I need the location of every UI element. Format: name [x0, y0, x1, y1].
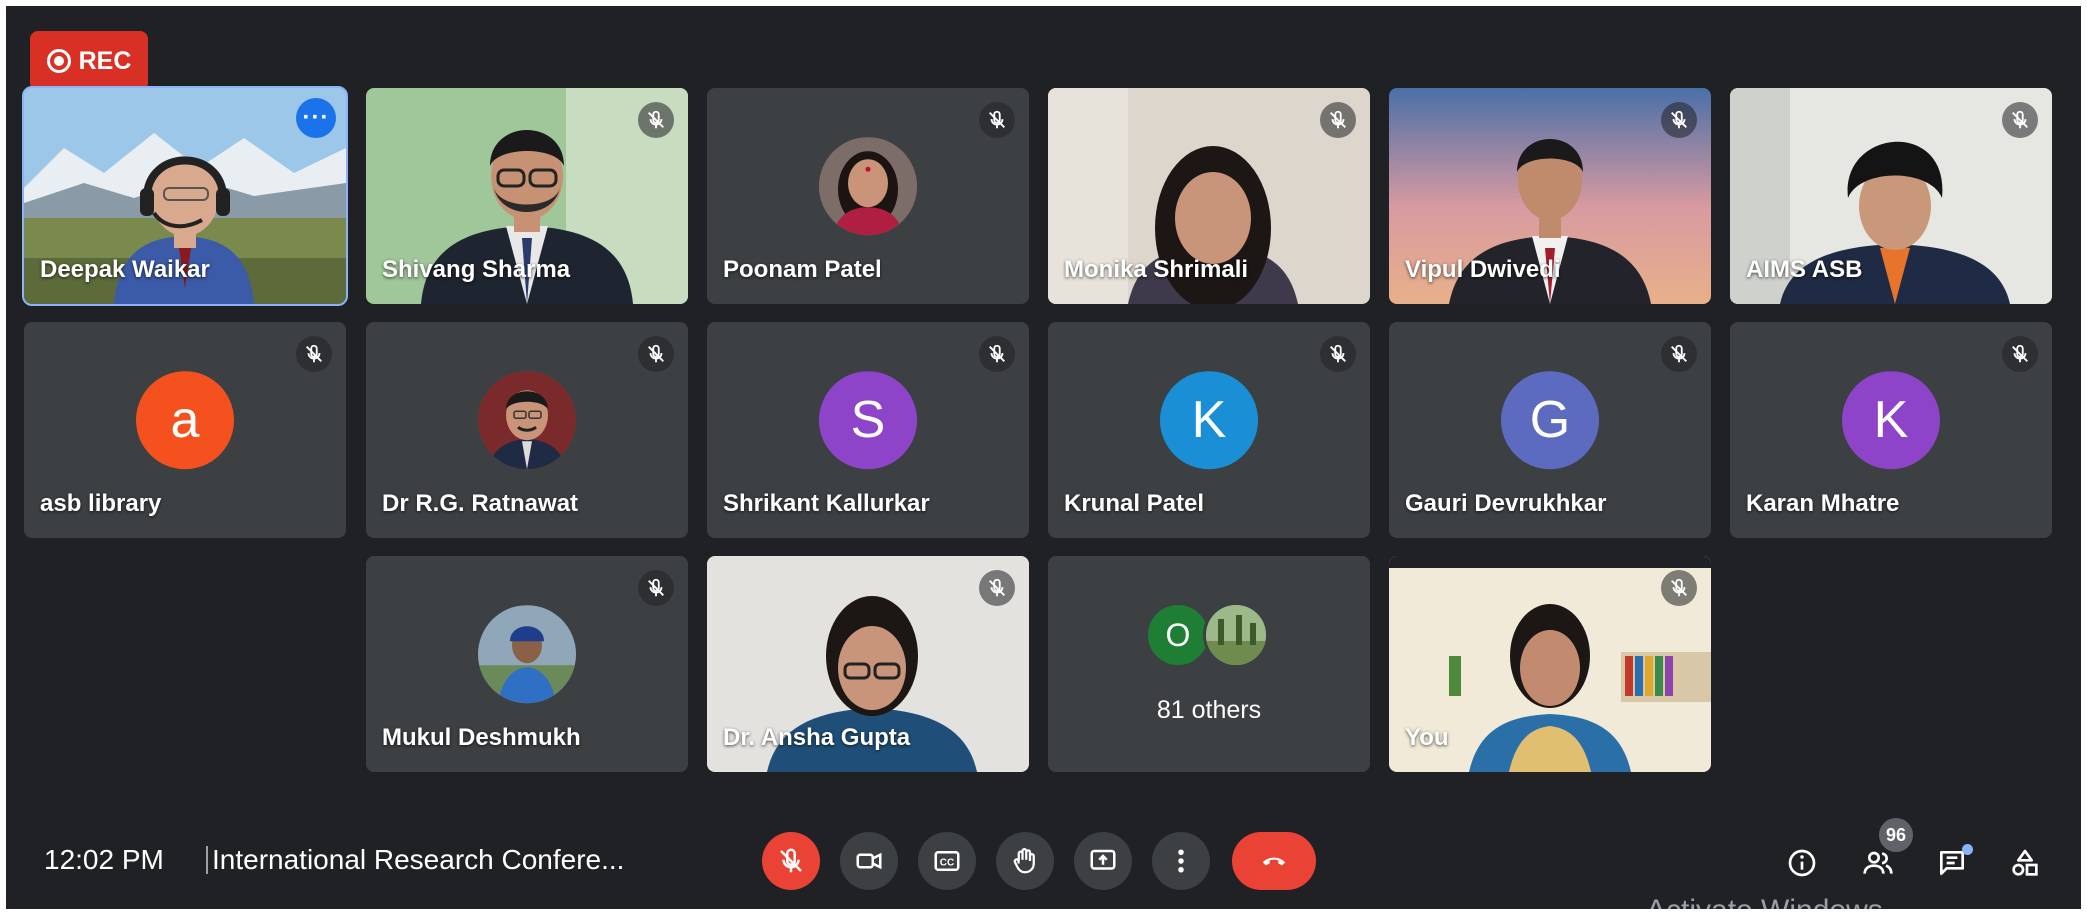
avatar: O [1145, 602, 1211, 668]
avatar [478, 605, 576, 704]
others-count: 81 others [1156, 696, 1262, 724]
activities-icon [2012, 849, 2038, 876]
more-options-button[interactable] [1152, 832, 1210, 890]
participant-name: Shrikant Kallurkar [723, 490, 930, 517]
participant-name: Gauri Devrukhkar [1405, 490, 1607, 517]
activities-button[interactable] [2003, 841, 2047, 885]
mic-off-icon [979, 336, 1015, 372]
svg-text:CC: CC [940, 857, 954, 868]
mic-off-icon [2002, 102, 2038, 138]
avatar: a [136, 371, 234, 470]
captions-button[interactable]: CC [918, 832, 976, 890]
mic-off-icon [780, 848, 802, 873]
participant-tile[interactable]: ··· Deepak Waikar [22, 86, 348, 306]
participant-name: Monika Shrimali [1064, 256, 1249, 283]
divider [206, 846, 208, 874]
mic-off-icon [979, 570, 1015, 606]
screen: REC ··· Deepak Waikar Shivang Sharma Poo… [0, 0, 2087, 915]
participant-name: Poonam Patel [723, 256, 882, 283]
mic-off-icon [1320, 336, 1356, 372]
meeting-title: International Research Confere... [212, 844, 625, 875]
mic-off-icon [1661, 102, 1697, 138]
participant-name: Vipul Dwivedi [1405, 256, 1561, 283]
mic-off-icon [1320, 102, 1356, 138]
participant-tile[interactable]: Shivang Sharma [366, 88, 688, 304]
participant-tile[interactable]: G Gauri Devrukhkar [1389, 322, 1711, 538]
camera-icon [856, 852, 882, 870]
participant-tile[interactable]: K Karan Mhatre [1730, 322, 2052, 538]
participant-tile[interactable]: Dr R.G. Ratnawat [366, 322, 688, 538]
avatar: G [1501, 371, 1599, 470]
meeting-details-button[interactable] [1780, 841, 1824, 885]
avatar [819, 137, 917, 236]
participant-tile[interactable]: Dr. Ansha Gupta [707, 556, 1029, 772]
participant-name: Dr. Ansha Gupta [723, 724, 911, 751]
participant-count-badge: 96 [1879, 818, 1913, 852]
windows-activation-watermark: Activate Windows [1646, 894, 1883, 909]
participant-tile[interactable]: a asb library [24, 322, 346, 538]
participant-tile[interactable]: Mukul Deshmukh [366, 556, 688, 772]
participant-name: Dr R.G. Ratnawat [382, 490, 579, 517]
participant-name: Shivang Sharma [382, 256, 571, 283]
mic-off-icon [2002, 336, 2038, 372]
mic-toggle-button[interactable] [762, 832, 820, 890]
others-avatars: O [1145, 602, 1273, 668]
camera-toggle-button[interactable] [840, 832, 898, 890]
participant-tile[interactable]: AIMS ASB [1730, 88, 2052, 304]
avatar: K [1160, 371, 1258, 470]
clock-time: 12:02 PM [44, 844, 164, 875]
participant-name: Deepak Waikar [40, 256, 210, 283]
avatar [1203, 602, 1269, 668]
raise-hand-icon [1013, 848, 1035, 874]
more-options-icon [1178, 849, 1184, 873]
present-screen-button[interactable] [1074, 832, 1132, 890]
record-icon [46, 49, 71, 73]
mic-off-icon [1661, 336, 1697, 372]
recording-label: REC [78, 46, 132, 75]
avatar [478, 371, 576, 470]
mic-off-icon [638, 570, 674, 606]
participant-tile[interactable]: Monika Shrimali [1048, 88, 1370, 304]
mic-off-icon [638, 336, 674, 372]
participant-name: AIMS ASB [1746, 256, 1863, 283]
participant-tile[interactable]: Poonam Patel [707, 88, 1029, 304]
others-tile[interactable]: O 81 others [1048, 556, 1370, 772]
leave-call-icon [1262, 857, 1286, 866]
avatar: K [1842, 371, 1940, 470]
mic-off-icon [1661, 570, 1697, 606]
more-options-icon[interactable]: ··· [296, 98, 336, 138]
present-screen-icon [1090, 849, 1116, 870]
mic-off-icon [638, 102, 674, 138]
participant-name: You [1405, 724, 1449, 751]
participant-tile[interactable]: You [1389, 556, 1711, 772]
info-icon [1788, 849, 1816, 877]
participant-name: Krunal Patel [1064, 490, 1205, 517]
participant-tile[interactable]: Vipul Dwivedi [1389, 88, 1711, 304]
recording-indicator: REC [30, 31, 148, 91]
raise-hand-button[interactable] [996, 832, 1054, 890]
avatar: S [819, 371, 917, 470]
participant-name: Karan Mhatre [1746, 490, 1900, 517]
people-icon [1863, 851, 1893, 874]
participant-tile[interactable]: K Krunal Patel [1048, 322, 1370, 538]
participant-tile[interactable]: S Shrikant Kallurkar [707, 322, 1029, 538]
participant-name: Mukul Deshmukh [382, 724, 581, 751]
meeting-window: REC ··· Deepak Waikar Shivang Sharma Poo… [6, 6, 2081, 909]
leave-call-button[interactable] [1232, 832, 1316, 890]
mic-off-icon [296, 336, 332, 372]
chat-notification-dot [1962, 844, 1973, 855]
participant-name: asb library [40, 490, 162, 517]
mic-off-icon [979, 102, 1015, 138]
captions-icon: CC [934, 851, 960, 871]
